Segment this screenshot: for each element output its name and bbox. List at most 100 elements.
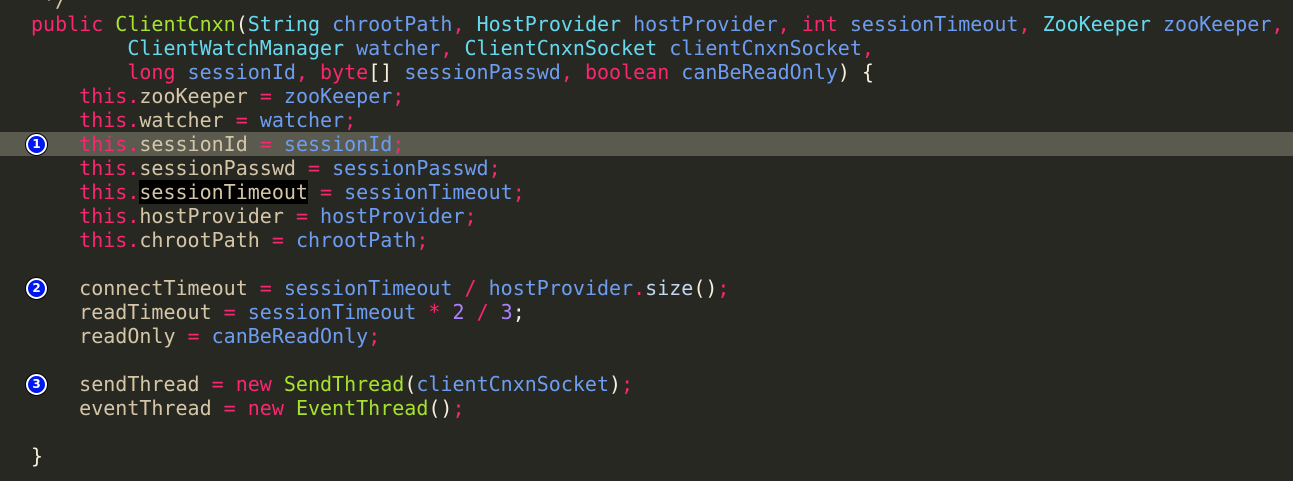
code-token: readTimeout xyxy=(79,300,224,324)
code-token: hostProvider xyxy=(139,204,296,228)
code-token: hostProvider xyxy=(633,12,778,36)
code-token: public xyxy=(31,12,116,36)
code-token: ; xyxy=(452,396,465,420)
code-token: new xyxy=(247,396,296,420)
code-token: sendThread xyxy=(79,372,212,396)
code-token: ; xyxy=(392,84,405,108)
code-token: byte xyxy=(320,60,369,84)
code-token: hostProvider xyxy=(320,204,465,228)
code-token: ; xyxy=(512,180,525,204)
code-line: readTimeout = sessionTimeout * 2 / 3; xyxy=(31,300,1283,324)
code-token: () xyxy=(693,276,718,300)
code-token: = xyxy=(320,180,345,204)
code-token: this xyxy=(79,84,128,108)
code-token: this xyxy=(79,180,128,204)
code-token: EventThread xyxy=(295,396,429,420)
code-token: , xyxy=(1018,12,1043,36)
code-token: ClientWatchManager xyxy=(127,36,357,60)
code-token: sessionId xyxy=(187,60,296,84)
step-marker-2: 2 xyxy=(26,278,47,299)
code-token: . xyxy=(127,132,140,156)
code-token: , xyxy=(861,36,874,60)
code-token: / xyxy=(476,300,501,324)
code-token: this xyxy=(79,228,128,252)
code-token: */ xyxy=(31,0,68,12)
code-token: , xyxy=(560,60,585,84)
code-token: () xyxy=(428,396,453,420)
code-token: ClientCnxnSocket xyxy=(464,36,670,60)
code-token: . xyxy=(127,156,140,180)
code-token: canBeReadOnly xyxy=(681,60,838,84)
code-token: sessionPasswd xyxy=(139,156,308,180)
code-token: / xyxy=(464,276,489,300)
code-token: clientCnxnSocket xyxy=(669,36,862,60)
step-marker-3: 3 xyxy=(26,374,47,395)
code-token: zooKeeper xyxy=(1162,12,1272,36)
code-token: ( xyxy=(404,372,417,396)
code-line: this.sessionId = sessionId; xyxy=(31,132,1283,156)
code-token: , xyxy=(295,60,321,84)
code-token: , xyxy=(452,12,477,36)
code-token: . xyxy=(127,180,140,204)
code-line: long sessionId, byte[] sessionPasswd, bo… xyxy=(31,60,1283,84)
code-token: ClientCnxn xyxy=(115,12,236,36)
code-token: sessionId xyxy=(139,132,260,156)
code-line: connectTimeout = sessionTimeout / hostPr… xyxy=(31,276,1283,300)
code-line: this.chrootPath = chrootPath; xyxy=(31,228,1283,252)
code-token: = xyxy=(259,84,284,108)
code-token: ; xyxy=(368,324,381,348)
code-token: chrootPath xyxy=(332,12,453,36)
code-token: } xyxy=(31,444,44,468)
code-token: ; xyxy=(464,204,477,228)
selected-text: sessionTimeout xyxy=(139,180,308,204)
code-token: = xyxy=(307,156,333,180)
code-token: this xyxy=(79,204,128,228)
code-token: this xyxy=(79,108,128,132)
code-token: sessionTimeout xyxy=(283,276,465,300)
code-token: SendThread xyxy=(283,372,405,396)
code-token: new xyxy=(235,372,284,396)
code-token: ; xyxy=(344,108,357,132)
code-line: public ClientCnxn(String chrootPath, Hos… xyxy=(31,12,1283,36)
code-token: ZooKeeper xyxy=(1042,12,1163,36)
code-line: ClientWatchManager watcher, ClientCnxnSo… xyxy=(31,36,1283,60)
code-token: sessionId xyxy=(283,132,393,156)
code-token: chrootPath xyxy=(295,228,417,252)
code-token: eventThread xyxy=(79,396,224,420)
code-line: sendThread = new SendThread(clientCnxnSo… xyxy=(31,372,1283,396)
code-line: this.sessionTimeout = sessionTimeout; xyxy=(31,180,1283,204)
code-token: watcher xyxy=(356,36,441,60)
code-token: sessionTimeout xyxy=(247,300,429,324)
code-line: this.watcher = watcher; xyxy=(31,108,1283,132)
code-token: . xyxy=(127,108,140,132)
code-token: = xyxy=(259,276,284,300)
code-token: ; xyxy=(621,372,634,396)
code-token: [] xyxy=(368,60,405,84)
code-line: this.zooKeeper = zooKeeper; xyxy=(31,84,1283,108)
code-token: ) xyxy=(609,372,622,396)
code-token: = xyxy=(211,372,236,396)
code-token: ; xyxy=(488,156,501,180)
code-token: ( xyxy=(235,12,248,36)
code-token: canBeReadOnly xyxy=(211,324,369,348)
code-token: * xyxy=(428,300,453,324)
code-token: ; xyxy=(717,276,730,300)
code-token: , xyxy=(777,12,802,36)
code-editor[interactable]: */public ClientCnxn(String chrootPath, H… xyxy=(31,0,1283,468)
code-token: HostProvider xyxy=(476,12,634,36)
code-token: , xyxy=(440,36,465,60)
code-token: this xyxy=(79,156,128,180)
step-marker-1: 1 xyxy=(26,134,47,155)
